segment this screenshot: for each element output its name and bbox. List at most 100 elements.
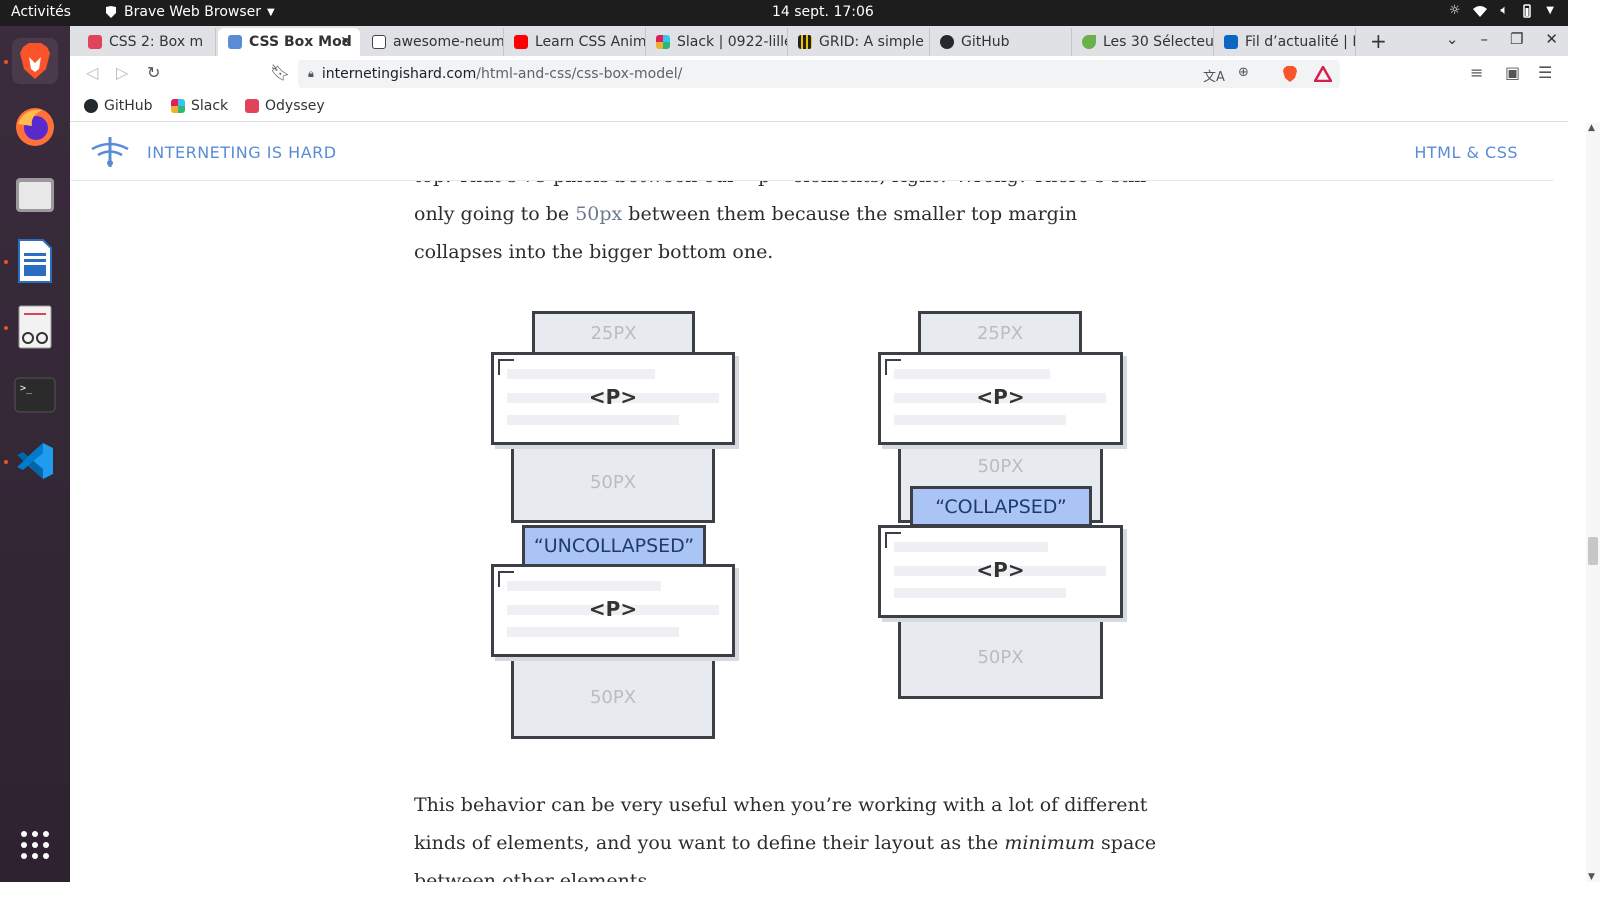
system-tray[interactable]: ☼ 🔈︎ ▼	[1449, 3, 1554, 18]
margin-block-50px: 50PX	[511, 441, 715, 523]
terminal-dock-icon[interactable]: >_	[12, 372, 58, 418]
close-icon[interactable]: ✕	[340, 34, 352, 50]
text-line: This behavior can be very useful when yo…	[414, 794, 1148, 816]
dock: >_	[0, 26, 70, 882]
tab-title: Learn CSS Anim	[535, 34, 645, 50]
web-page: INTERNETING IS HARD HTML & CSS top. That…	[70, 123, 1554, 882]
clock[interactable]: 14 sept. 17:06	[772, 4, 874, 20]
maximize-button[interactable]: ❐	[1510, 30, 1523, 48]
inline-code: 50px	[575, 203, 623, 225]
zoom-icon[interactable]: ⊕	[1238, 65, 1249, 80]
tab-title: CSS Box Mod	[249, 34, 352, 50]
tab[interactable]: CSS 2: Box m	[78, 28, 216, 56]
tab-favicon-icon	[88, 35, 102, 49]
leaf-icon	[1082, 35, 1096, 49]
tab[interactable]: GRID: A simple v	[788, 28, 930, 56]
github-icon	[84, 99, 98, 113]
tab[interactable]: GitHub	[930, 28, 1072, 56]
tab-strip: CSS 2: Box m CSS Box Mod ✕ awesome-neum …	[70, 26, 1568, 56]
uncollapsed-label: “UNCOLLAPSED”	[522, 525, 706, 567]
site-logo-icon[interactable]	[88, 135, 132, 169]
margin-block-25px: 25PX	[918, 311, 1082, 355]
brave-dock-icon[interactable]	[12, 38, 58, 84]
scrollbar[interactable]: ▲ ▼	[1586, 123, 1600, 882]
site-nav-html-css[interactable]: HTML & CSS	[1414, 143, 1518, 162]
reload-button[interactable]: ↻	[147, 63, 160, 82]
bookmark-label: Slack	[191, 98, 229, 114]
tab-favicon-icon	[372, 35, 386, 49]
tab-list-chevron-icon[interactable]: ⌄	[1446, 30, 1459, 48]
app-menu[interactable]: Brave Web Browser ▼	[104, 4, 275, 20]
wallet-icon[interactable]: ▣	[1505, 63, 1520, 82]
tab-title: awesome-neum	[393, 34, 503, 50]
activities-button[interactable]: Activités	[11, 4, 71, 20]
brave-rewards-icon[interactable]	[1314, 66, 1332, 82]
new-tab-button[interactable]: +	[1370, 29, 1387, 53]
site-header: INTERNETING IS HARD HTML & CSS	[70, 123, 1554, 181]
playlist-icon[interactable]: ≡	[1470, 63, 1483, 82]
bookmark-odyssey[interactable]: Odyssey	[245, 98, 325, 114]
vscode-dock-icon[interactable]	[12, 438, 58, 484]
brightness-icon: ☼	[1448, 3, 1461, 18]
tab[interactable]: Slack | 0922-lille	[646, 28, 788, 56]
text-line: collapses into the bigger bottom one.	[414, 241, 774, 263]
app-menu-label: Brave Web Browser	[124, 4, 261, 20]
minimize-button[interactable]: –	[1480, 30, 1488, 48]
text-line: between other elements.	[414, 870, 654, 882]
navigation-bar: ◁ ▷ ↻ 🔖︎ 🔒︎ internetingishard.com/html-a…	[70, 56, 1568, 92]
site-name[interactable]: INTERNETING IS HARD	[147, 143, 337, 162]
paragraph-box: <P>	[491, 352, 735, 445]
tab[interactable]: Learn CSS Anim	[504, 28, 646, 56]
emphasis: minimum	[1004, 832, 1096, 854]
close-window-button[interactable]: ✕	[1545, 30, 1558, 48]
linkedin-icon	[1224, 35, 1238, 49]
bookmark-icon[interactable]: 🔖︎	[270, 63, 290, 82]
tab-title: GitHub	[961, 34, 1010, 50]
translate-icon[interactable]: 文A	[1203, 66, 1225, 85]
tab-active[interactable]: CSS Box Mod ✕	[218, 28, 360, 56]
scroll-down-arrow-icon[interactable]: ▼	[1588, 872, 1595, 882]
forward-button[interactable]: ▷	[116, 63, 128, 82]
margin-block-25px: 25PX	[532, 311, 695, 355]
scroll-up-arrow-icon[interactable]: ▲	[1588, 123, 1595, 133]
tab[interactable]: Fil d’actualité | L	[1214, 28, 1356, 56]
bookmark-label: GitHub	[104, 98, 153, 114]
window-controls: ⌄ – ❐ ✕	[1446, 30, 1558, 48]
tab-title: CSS 2: Box m	[109, 34, 204, 50]
reader-dock-icon[interactable]	[12, 304, 58, 350]
url-host: internetingishard.com	[321, 66, 477, 82]
brave-shields-icon[interactable]	[1282, 65, 1298, 83]
slack-icon	[171, 99, 185, 113]
p-tag-label: <P>	[588, 385, 638, 409]
volume-icon: 🔈︎	[1500, 3, 1509, 18]
back-button[interactable]: ◁	[86, 63, 98, 82]
tab-title: Fil d’actualité | L	[1245, 34, 1355, 50]
bookmark-slack[interactable]: Slack	[171, 98, 228, 114]
chevron-down-icon: ▼	[1546, 5, 1554, 16]
scrollbar-thumb[interactable]	[1588, 537, 1598, 565]
writer-dock-icon[interactable]	[12, 238, 58, 284]
collapsed-label: “COLLAPSED”	[910, 486, 1092, 527]
address-bar[interactable]: 🔒︎ internetingishard.com/html-and-css/cs…	[298, 60, 1340, 88]
tab-favicon-icon	[228, 35, 242, 49]
menu-icon[interactable]: ☰	[1538, 63, 1552, 82]
wifi-icon	[1473, 5, 1488, 17]
text-line: only going to be 50px between them becau…	[414, 203, 1078, 225]
article-paragraph: This behavior can be very useful when yo…	[414, 786, 1214, 882]
files-dock-icon[interactable]	[12, 172, 58, 218]
firefox-dock-icon[interactable]	[12, 104, 58, 150]
brave-lion-icon	[106, 6, 116, 18]
chevron-down-icon: ▼	[267, 6, 275, 18]
paragraph-box: <P>	[878, 525, 1123, 618]
margin-block-50px: 50PX	[511, 655, 715, 739]
paragraph-box: <P>	[491, 564, 735, 657]
margin-block-50px: 50PX	[898, 615, 1103, 699]
tab[interactable]: awesome-neum	[362, 28, 504, 56]
lock-icon: 🔒︎	[308, 67, 314, 80]
bookmark-label: Odyssey	[265, 98, 325, 114]
tab-title: Les 30 Sélecteur	[1103, 34, 1213, 50]
tab[interactable]: Les 30 Sélecteur	[1072, 28, 1214, 56]
grid-icon	[798, 35, 812, 49]
bookmark-github[interactable]: GitHub	[84, 98, 153, 114]
show-apps-icon[interactable]	[12, 822, 58, 868]
